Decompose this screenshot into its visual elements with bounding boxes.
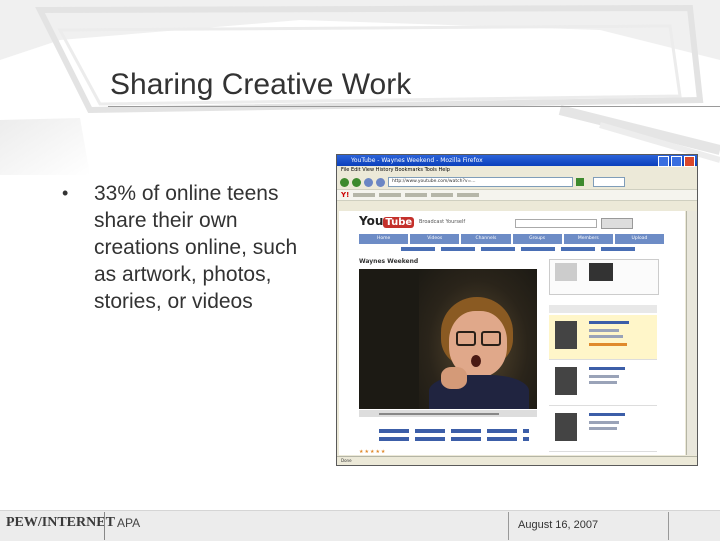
youtube-search-input[interactable] [515, 219, 597, 228]
youtube-tagline: Broadcast Yourself [419, 219, 466, 225]
footer-divider [668, 512, 669, 540]
forward-icon[interactable] [352, 177, 361, 187]
yahoo-logo[interactable]: Y! [341, 191, 349, 199]
related-video-meta [589, 421, 619, 424]
browser-statusbar: Done [337, 456, 697, 465]
related-video-thumbnail[interactable] [555, 321, 577, 349]
footer-divider [104, 512, 105, 540]
reload-icon[interactable] [364, 177, 373, 187]
toolbar-item[interactable] [353, 193, 376, 197]
related-video-meta [589, 329, 619, 332]
video-title: Waynes Weekend [359, 258, 419, 265]
related-video-item[interactable] [549, 315, 657, 360]
youtube-page: You Tube Broadcast Yourself Home Videos C… [339, 211, 685, 455]
youtube-logo-tube: Tube [383, 217, 415, 228]
video-progress-bar[interactable] [379, 413, 499, 415]
browser-scrollbar[interactable] [686, 211, 697, 455]
toolbar-item[interactable] [457, 193, 480, 197]
tab-groups[interactable]: Groups [512, 234, 562, 244]
browser-toolbar: http://www.youtube.com/watch?v=... [337, 175, 697, 189]
toolbar-item[interactable] [379, 193, 402, 197]
related-video-meta [589, 427, 617, 430]
related-video-link[interactable] [589, 321, 629, 324]
tab-home[interactable]: Home [359, 234, 409, 244]
uploader-avatar[interactable] [555, 263, 577, 281]
slide-title: Sharing Creative Work [110, 68, 412, 101]
tab-upload[interactable]: Upload [614, 234, 665, 244]
video-action-links[interactable] [379, 437, 529, 441]
footer-left-text: APA [117, 516, 141, 530]
home-icon[interactable] [376, 177, 385, 187]
tab-members[interactable]: Members [563, 234, 613, 244]
related-video-item[interactable] [549, 361, 657, 406]
back-icon[interactable] [340, 177, 349, 187]
youtube-search-button[interactable] [601, 218, 633, 229]
bullet-text: 33% of online teens share their own crea… [94, 182, 298, 313]
uploader-thumbnail[interactable] [589, 263, 613, 281]
tab-channels[interactable]: Channels [461, 234, 511, 244]
related-video-meta [589, 335, 623, 338]
youtube-logo[interactable]: You Tube [359, 214, 415, 228]
browser-titlebar: YouTube - Waynes Weekend - Mozilla Firef… [337, 155, 697, 167]
related-video-meta [589, 343, 627, 346]
video-controls[interactable] [359, 410, 537, 417]
browser-menubar[interactable]: File Edit View History Bookmarks Tools H… [337, 166, 697, 175]
browser-screenshot: YouTube - Waynes Weekend - Mozilla Firef… [336, 154, 698, 466]
youtube-subnav-links[interactable] [401, 247, 641, 251]
toolbar-item[interactable] [405, 193, 428, 197]
youtube-nav-tabs: Home Videos Channels Groups Members Uplo… [359, 234, 665, 244]
title-divider [108, 106, 720, 107]
footer-date: August 16, 2007 [518, 519, 599, 531]
youtube-logo-you: You [359, 214, 384, 228]
related-video-meta [589, 381, 617, 384]
glasses-right [481, 331, 501, 346]
address-bar[interactable]: http://www.youtube.com/watch?v=... [388, 177, 573, 187]
related-video-thumbnail[interactable] [555, 367, 577, 395]
go-icon[interactable] [576, 178, 584, 186]
minimize-icon[interactable] [658, 156, 669, 167]
video-person-mouth [471, 355, 481, 367]
related-video-meta [589, 375, 619, 378]
footer-divider [508, 512, 509, 540]
video-person-hand [441, 367, 467, 389]
rating-stars[interactable]: ★★★★★ [359, 449, 386, 455]
tab-videos[interactable]: Videos [410, 234, 460, 244]
related-videos-header [549, 305, 657, 313]
toolbar-item[interactable] [431, 193, 454, 197]
close-icon[interactable] [684, 156, 695, 167]
video-share-links[interactable] [379, 429, 529, 433]
pew-internet-logo: PEW/INTERNET [6, 515, 115, 530]
video-player[interactable] [359, 269, 537, 409]
window-controls [658, 156, 695, 167]
bullet-icon: • [62, 183, 69, 203]
related-video-link[interactable] [589, 413, 625, 416]
related-video-item[interactable] [549, 407, 657, 452]
yahoo-toolbar: Y! [337, 189, 697, 201]
maximize-icon[interactable] [671, 156, 682, 167]
related-video-thumbnail[interactable] [555, 413, 577, 441]
browser-search-input[interactable] [593, 177, 625, 187]
related-video-link[interactable] [589, 367, 625, 370]
window-title: YouTube - Waynes Weekend - Mozilla Firef… [351, 157, 483, 164]
glasses-left [456, 331, 476, 346]
